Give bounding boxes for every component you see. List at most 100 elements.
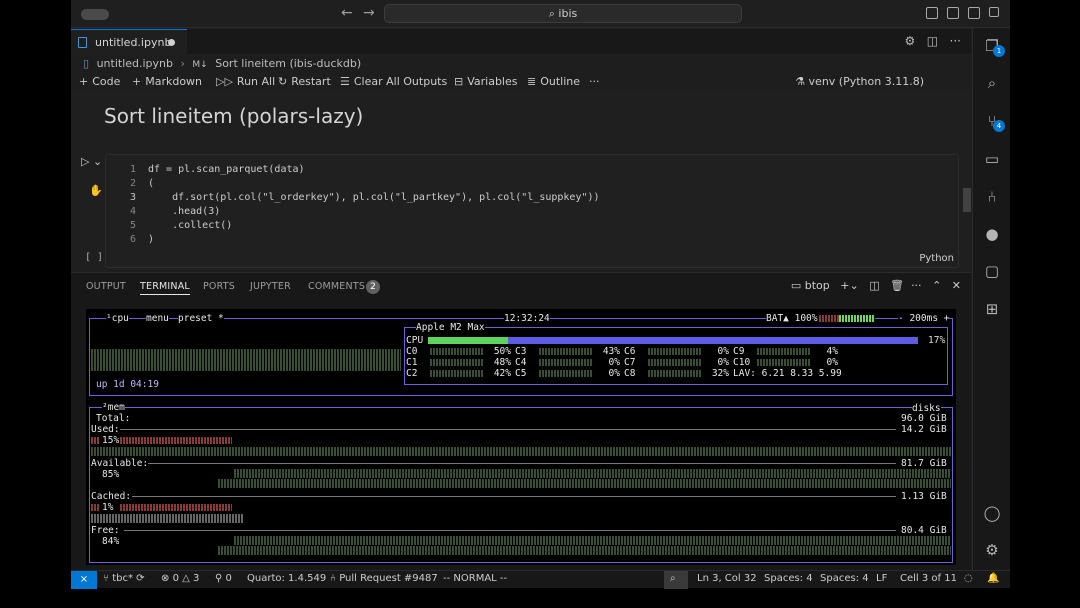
more-actions-icon[interactable]: ··· bbox=[950, 34, 961, 48]
code-line[interactable]: 5 .collect() bbox=[106, 219, 600, 233]
split-editor-icon[interactable]: ◫ bbox=[927, 34, 938, 48]
search-icon: ⌕ bbox=[548, 7, 559, 20]
divider bbox=[132, 496, 896, 497]
arrow-right-icon[interactable]: → bbox=[363, 5, 375, 21]
tab-comments[interactable]: COMMENTS bbox=[308, 281, 365, 292]
indentation-status-2[interactable]: Spaces: 4 bbox=[820, 573, 869, 584]
comments-icon[interactable]: ▢ bbox=[982, 261, 1002, 281]
indentation-status[interactable]: Spaces: 4 bbox=[764, 573, 813, 584]
panel-actions: ▭ btop +⌄ ◫ 🗑 ··· ⌃ ✕ bbox=[791, 279, 961, 292]
clear-icon: ☰ bbox=[340, 75, 350, 88]
run-cell-icon[interactable]: ▷ ⌄ bbox=[81, 155, 102, 168]
line-number: 4 bbox=[129, 206, 136, 217]
pull-request-icon[interactable]: ⑃ bbox=[982, 187, 1002, 207]
outline-icon: ≣ bbox=[527, 75, 537, 88]
ports-status[interactable]: ⚲ 0 bbox=[215, 573, 232, 584]
tab-output[interactable]: OUTPUT bbox=[86, 281, 126, 292]
code-line[interactable]: 1 df = pl.scan_parquet(data) bbox=[106, 163, 600, 177]
kernel-picker[interactable]: ⚗ venv (Python 3.11.8) bbox=[795, 75, 924, 88]
tab-untitled-ipynb[interactable]: untitled.ipynb bbox=[71, 29, 187, 54]
run-all-button[interactable]: ▷▷ Run All bbox=[216, 75, 275, 88]
mem-used-meter-start bbox=[91, 437, 100, 444]
unsaved-dot-icon[interactable] bbox=[168, 39, 175, 46]
gear-icon[interactable]: ⚙ bbox=[905, 34, 916, 48]
branch-icon: ⑂ bbox=[103, 573, 113, 584]
toggle-panel-icon[interactable] bbox=[947, 7, 959, 19]
core-label: C7 bbox=[624, 357, 636, 368]
cursor-position[interactable]: Ln 3, Col 32 bbox=[697, 573, 757, 584]
pull-request-status[interactable]: ⑃ Pull Request #9487 bbox=[330, 573, 438, 584]
notifications-icon[interactable]: 🔔 bbox=[987, 573, 999, 584]
clear-all-outputs-button[interactable]: ☰ Clear All Outputs bbox=[340, 75, 447, 88]
btop-menu[interactable]: menu bbox=[146, 313, 169, 324]
editor-scrollbar[interactable] bbox=[963, 188, 971, 212]
drag-hand-icon[interactable]: ✋ bbox=[89, 184, 103, 197]
close-panel-icon[interactable]: ✕ bbox=[952, 279, 961, 292]
arrow-left-icon[interactable]: ← bbox=[341, 5, 353, 21]
vscode-window: ← → ⌕ ibis untitled.ipynb ⚙ ◫ ··· ▯ unti… bbox=[71, 0, 1010, 588]
btop-interval[interactable]: - 200ms + bbox=[898, 313, 950, 324]
branch-status[interactable]: ⑂ tbc* ⟳ bbox=[103, 573, 145, 584]
breadcrumb-section[interactable]: Sort lineitem (ibis-duckdb) bbox=[215, 57, 361, 70]
restart-button[interactable]: ↻ Restart bbox=[278, 75, 331, 88]
mem-free-value: 80.4 GiB bbox=[901, 525, 947, 536]
restart-icon: ↻ bbox=[278, 75, 288, 88]
toggle-sidebar-icon[interactable] bbox=[926, 7, 938, 19]
remote-indicator-icon[interactable]: ⨯ bbox=[71, 571, 97, 589]
variables-button[interactable]: ⊟ Variables bbox=[454, 75, 518, 88]
code-text: df = pl.scan_parquet(data) bbox=[148, 164, 305, 175]
manage-gear-icon[interactable]: ⚙ bbox=[982, 540, 1002, 560]
terminal-instance[interactable]: btop bbox=[805, 279, 830, 292]
divider bbox=[124, 530, 896, 531]
code-line[interactable]: 4 .head(3) bbox=[106, 205, 600, 219]
mem-available-label: Available: bbox=[91, 458, 149, 469]
core-label: C9 bbox=[733, 346, 745, 357]
quarto-status[interactable]: Quarto: 1.4.549 bbox=[247, 573, 326, 584]
core-usage-graph bbox=[430, 370, 484, 377]
problems-status[interactable]: ⊗ 0 △ 3 bbox=[161, 573, 199, 584]
eol-status[interactable]: LF bbox=[876, 573, 887, 584]
trash-icon[interactable]: 🗑 bbox=[890, 279, 904, 292]
more-actions-icon[interactable]: ··· bbox=[911, 279, 922, 292]
notebook-editor: Sort lineitem (polars-lazy) ▷ ⌄ ✋ [ ] 1 d… bbox=[71, 92, 971, 270]
cpu-total-value: 17% bbox=[928, 335, 946, 346]
new-terminal-icon[interactable]: +⌄ bbox=[840, 279, 858, 292]
mem-free-percent: 84% bbox=[102, 536, 120, 547]
tab-ports[interactable]: PORTS bbox=[203, 281, 235, 292]
remote-explorer-icon[interactable]: ▭ bbox=[982, 149, 1002, 169]
core-label: C6 bbox=[624, 346, 636, 357]
mem-total-label: Total: bbox=[96, 413, 131, 424]
code-editor[interactable]: 1 df = pl.scan_parquet(data) 2(3 df.sort(p… bbox=[106, 163, 600, 247]
code-line[interactable]: 3 df.sort(pl.col("l_orderkey"), pl.col("… bbox=[106, 191, 600, 205]
cell-status[interactable]: Cell 3 of 11 bbox=[900, 573, 957, 584]
tab-terminal[interactable]: TERMINAL bbox=[140, 281, 190, 295]
code-line[interactable]: 2( bbox=[106, 177, 600, 191]
account-icon[interactable]: ◯ bbox=[982, 503, 1002, 523]
markdown-icon: M↓ bbox=[192, 60, 208, 70]
command-center-search[interactable]: ⌕ ibis bbox=[384, 4, 742, 23]
code-line[interactable]: 6) bbox=[106, 233, 600, 247]
outline-button[interactable]: ≣ Outline bbox=[527, 75, 580, 88]
cell-language[interactable]: Python bbox=[919, 253, 954, 264]
add-markdown-cell-button[interactable]: + Markdown bbox=[132, 75, 202, 88]
customize-layout-icon[interactable] bbox=[989, 7, 999, 17]
core-percent: 48% bbox=[493, 357, 511, 368]
toggle-secondary-sidebar-icon[interactable] bbox=[968, 7, 980, 19]
extensions-icon[interactable]: ⊞ bbox=[982, 299, 1002, 319]
more-toolbar-button[interactable]: ··· bbox=[589, 75, 600, 88]
editor-actions: ⚙ ◫ ··· bbox=[905, 34, 961, 48]
code-cell[interactable]: 1 df = pl.scan_parquet(data) 2(3 df.sort(p… bbox=[105, 154, 959, 268]
split-terminal-icon[interactable]: ◫ bbox=[869, 279, 879, 292]
btop-terminal[interactable]: ¹cpu menu preset * 12:32:24 BAT▲ 100% - … bbox=[86, 309, 956, 565]
github-icon[interactable]: ● bbox=[982, 224, 1002, 244]
tab-jupyter[interactable]: JUPYTER bbox=[250, 281, 291, 292]
maximize-panel-icon[interactable]: ⌃ bbox=[932, 279, 941, 292]
zoom-status[interactable]: ⌕ bbox=[664, 571, 688, 589]
add-code-cell-button[interactable]: + Code bbox=[79, 75, 120, 88]
btop-preset[interactable]: preset * bbox=[178, 313, 224, 324]
window-controls[interactable] bbox=[81, 9, 109, 20]
error-icon: ⊗ bbox=[161, 573, 173, 584]
bottom-panel: OUTPUT TERMINAL PORTS JUPYTER COMMENTS 2… bbox=[71, 272, 971, 570]
breadcrumb-file[interactable]: untitled.ipynb bbox=[97, 57, 173, 70]
search-icon[interactable]: ⌕ bbox=[982, 73, 1002, 93]
